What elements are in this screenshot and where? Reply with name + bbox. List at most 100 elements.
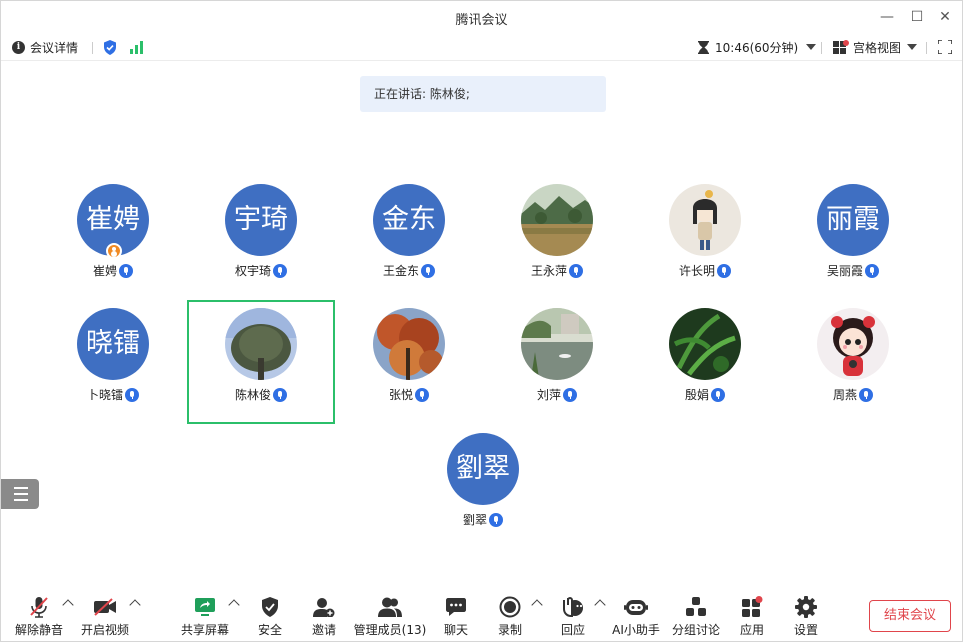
ai-assistant-button[interactable]: AI小助手 [606,595,666,638]
chat-button[interactable]: 聊天 [426,595,486,638]
start-video-button[interactable]: 开启视频 [75,595,135,638]
unmute-label: 解除静音 [14,623,63,637]
share-screen-button[interactable]: 共享屏幕 [175,595,235,638]
share-screen-label: 共享屏幕 [180,623,229,637]
unmute-button[interactable]: 解除静音 [9,595,69,638]
security-shield-indicator[interactable] [103,38,117,56]
hourglass-icon [698,40,709,54]
mic-icon [717,263,731,278]
ai-robot-icon [624,600,648,615]
apps-label: 应用 [739,623,764,637]
participant-name-row: 陈林俊 [189,386,333,403]
participant-name: 周燕 [832,388,857,402]
divider [926,42,927,54]
participant-name: 王永萍 [530,264,567,278]
participant-name: 王金东 [382,264,419,278]
participant-name: 崔娉 [92,264,117,278]
avatar-initials: 金东 [382,204,436,235]
participant-tile[interactable]: 许长明 [631,176,779,300]
members-icon [378,597,402,617]
reactions-button[interactable]: 回应 [543,595,603,638]
avatar-initials: 宇琦 [234,204,288,235]
avatar [669,184,741,256]
landscape-photo-avatar [521,184,593,256]
avatar: 晓镭 [77,308,149,380]
participant-name-row: 王金东 [335,262,483,279]
participant-tile[interactable]: 宇琦 权宇琦 [187,176,335,300]
gear-icon [795,596,817,618]
participant-tile[interactable]: 殷娟 [631,300,779,424]
close-button[interactable]: ✕ [935,7,955,27]
participant-name-row: 权宇琦 [187,262,335,279]
window-title: 腾讯会议 [455,13,508,28]
participant-name: 陈林俊 [234,388,271,402]
settings-button[interactable]: 设置 [776,595,836,638]
participant-name-row: 许长明 [631,262,779,279]
info-icon: i [12,40,25,54]
fullscreen-button[interactable] [938,38,952,56]
participant-tile[interactable]: 周燕 [779,300,927,424]
participant-tile[interactable]: 王永萍 [483,176,631,300]
meeting-timer[interactable]: 10:46(60分钟) [698,38,817,56]
mic-icon [421,263,435,278]
participant-name: 许长明 [678,264,715,278]
participant-tile[interactable]: 劉翠 劉翠 [409,425,557,549]
avatar [521,184,593,256]
manage-members-label: 管理成员(13) [353,623,427,637]
settings-label: 设置 [793,623,818,637]
ai-assistant-label: AI小助手 [612,623,660,637]
participant-tile[interactable]: 晓镭 卜晓镭 [39,300,187,424]
autumn-tree-photo-avatar [373,308,445,380]
minimize-button[interactable]: — [877,7,897,27]
avatar-initials: 崔娉 [86,204,140,235]
signal-bars-icon [130,40,143,54]
meeting-window: 腾讯会议 — ☐ ✕ i 会议详情 10:46(60分钟) 宫格视图 正在讲话:… [0,0,963,642]
tree-sky-photo-avatar [225,308,297,380]
participant-tile[interactable]: 张悦 [335,300,483,424]
cartoon-doll-avatar [817,308,889,380]
meeting-topbar: i 会议详情 10:46(60分钟) 宫格视图 [1,33,962,61]
share-screen-icon [195,598,215,616]
side-panel-toggle-button[interactable] [1,479,39,509]
participant-name-row: 吴丽霞 [779,262,927,279]
breakout-button[interactable]: 分组讨论 [666,595,726,638]
participant-name: 殷娟 [684,388,709,402]
mic-icon [569,263,583,278]
view-mode-dropdown[interactable]: 宫格视图 [833,38,918,56]
chevron-down-icon [806,44,817,50]
participant-tile[interactable]: 丽霞 吴丽霞 [779,176,927,300]
participant-tile[interactable]: 陈林俊 [187,300,335,424]
title-bar: 腾讯会议 — ☐ ✕ [1,1,962,33]
participant-name-row: 周燕 [779,386,927,403]
meeting-details-button[interactable]: i 会议详情 [12,38,78,56]
host-badge-icon [106,243,122,259]
record-button[interactable]: 录制 [480,595,540,638]
participant-tile[interactable]: 崔娉 崔娉 [39,176,187,300]
invite-button[interactable]: 邀请 [294,595,354,638]
participant-tile[interactable]: 金东 王金东 [335,176,483,300]
avatar: 金东 [373,184,445,256]
record-icon [499,596,521,618]
mic-icon [859,387,873,402]
participant-tile[interactable]: 刘萍 [483,300,631,424]
avatar-initials: 晓镭 [86,328,140,359]
participant-name-row: 崔娉 [39,262,187,279]
start-video-label: 开启视频 [80,623,129,637]
mic-icon [489,512,503,527]
chevron-down-icon [907,44,918,50]
participant-name: 刘萍 [536,388,561,402]
participant-name-row: 张悦 [335,386,483,403]
network-signal-indicator[interactable] [130,38,144,56]
fullscreen-icon [938,40,952,54]
camera-off-icon [94,598,116,616]
mic-muted-icon [30,597,48,618]
breakout-groups-icon [686,597,706,616]
apps-button[interactable]: 应用 [722,595,782,638]
end-meeting-button[interactable]: 结束会议 [869,600,951,632]
reaction-hand-icon [563,596,583,617]
manage-members-button[interactable]: 管理成员(13) [350,595,430,638]
mic-icon [415,387,429,402]
security-button[interactable]: 安全 [240,595,300,638]
avatar [373,308,445,380]
maximize-button[interactable]: ☐ [907,7,927,27]
